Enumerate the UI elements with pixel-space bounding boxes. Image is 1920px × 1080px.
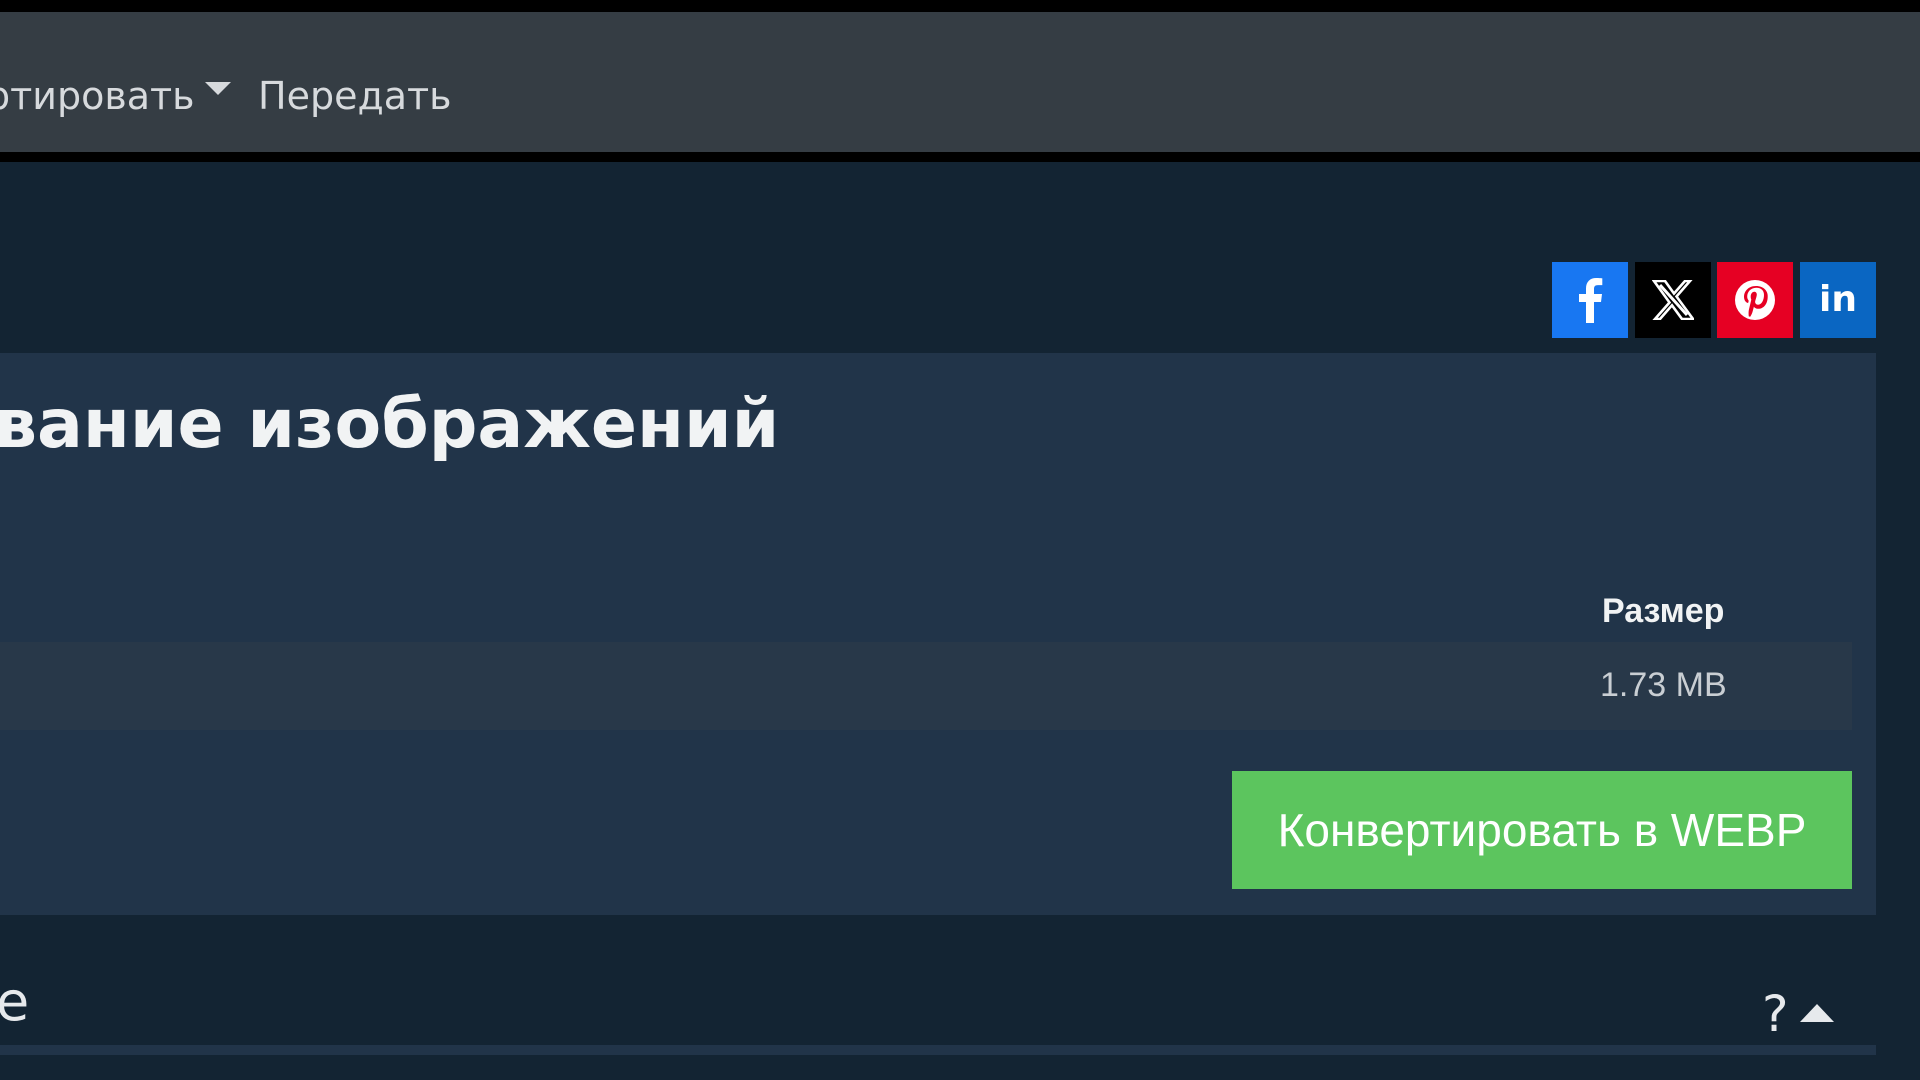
page-title: вание изображений [0, 385, 780, 464]
top-strip [0, 0, 1920, 12]
nav-transfer-link[interactable]: Передать [258, 70, 452, 122]
navbar: ртировать Передать [0, 12, 1920, 152]
help-icon[interactable]: ? [1762, 986, 1789, 1042]
convert-to-webp-button[interactable]: Конвертировать в WEBP [1232, 771, 1852, 889]
x-icon [1652, 280, 1694, 320]
table-row [0, 642, 1852, 730]
share-facebook-button[interactable] [1552, 262, 1628, 338]
section-title: е [0, 970, 30, 1033]
column-header-size: Размер [1602, 592, 1725, 630]
section-divider [0, 1045, 1876, 1055]
share-x-button[interactable] [1635, 262, 1711, 338]
share-linkedin-button[interactable]: in [1800, 262, 1876, 338]
share-pinterest-button[interactable] [1717, 262, 1793, 338]
file-size-value: 1.73 MB [1600, 666, 1727, 704]
collapse-arrow-icon[interactable] [1800, 1004, 1834, 1022]
facebook-icon [1579, 278, 1603, 323]
linkedin-icon: in [1819, 279, 1857, 320]
pinterest-icon [1735, 280, 1775, 320]
nav-convert-label: ртировать [0, 74, 195, 118]
nav-convert-dropdown[interactable]: ртировать [0, 70, 231, 122]
navbar-divider [0, 152, 1920, 162]
caret-down-icon [204, 82, 231, 95]
